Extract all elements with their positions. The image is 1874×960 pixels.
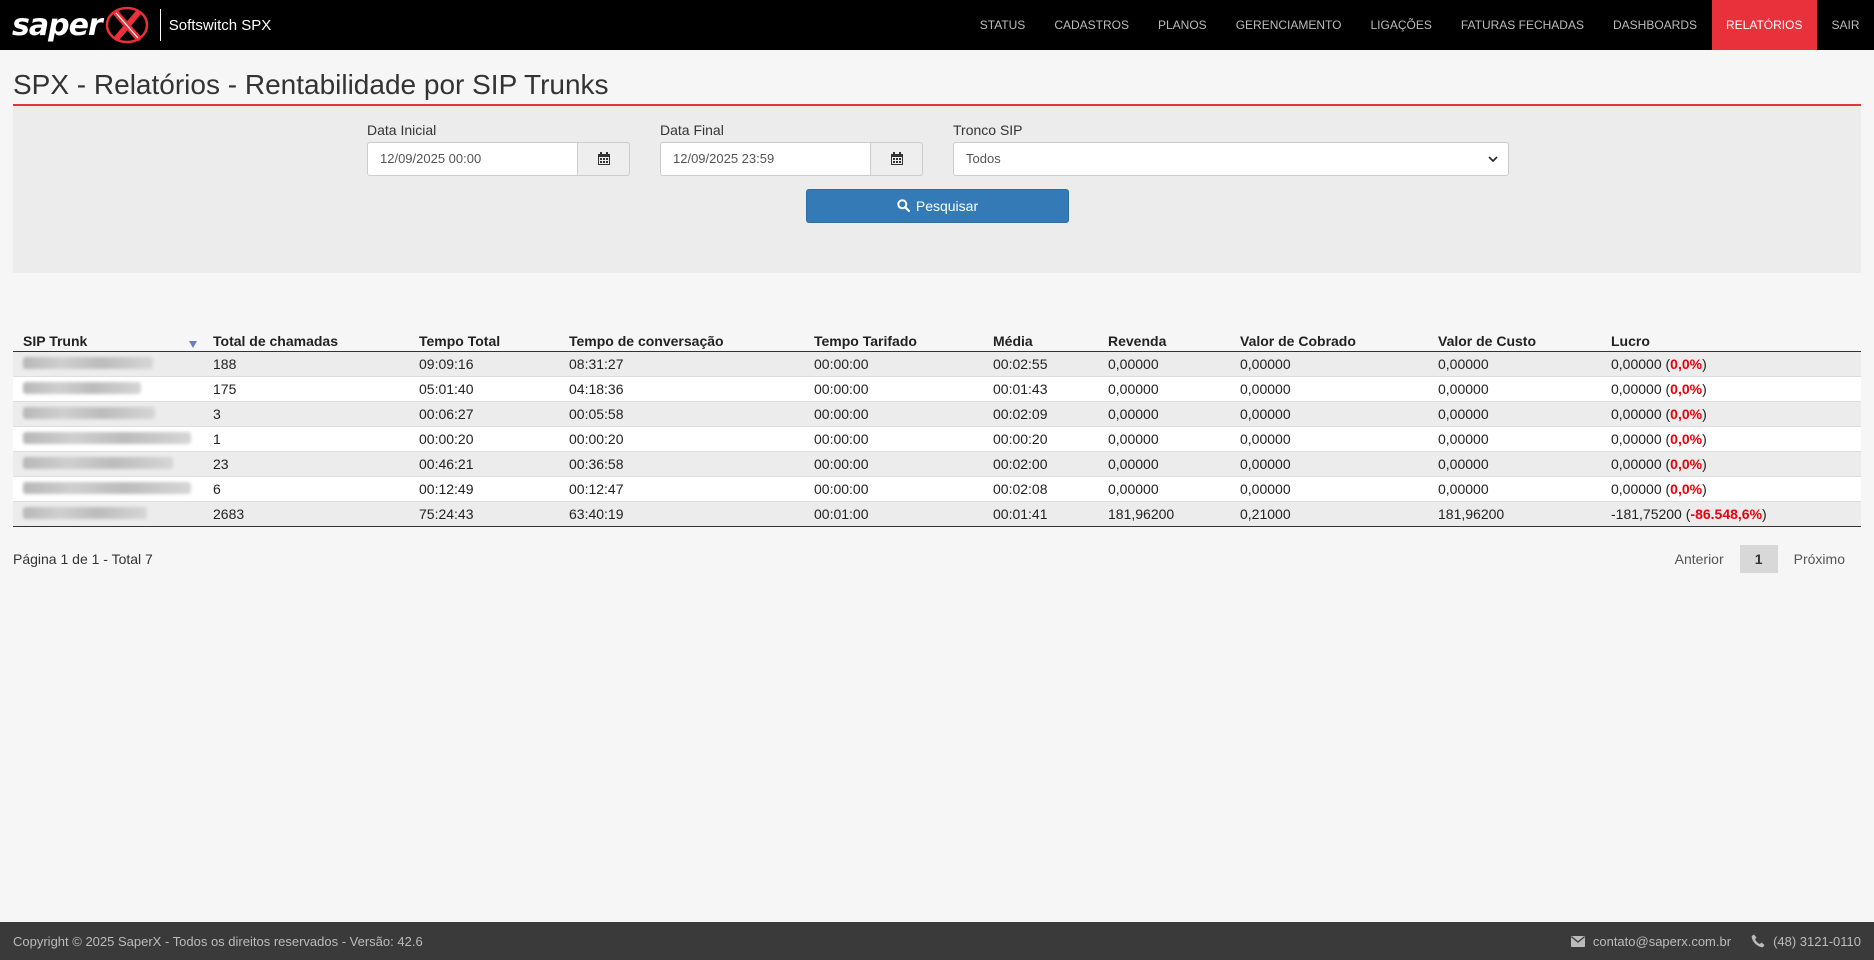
col-tempo-total[interactable]: Tempo Total xyxy=(409,330,559,353)
table-row[interactable]: 6 00:12:49 00:12:47 00:00:00 00:02:08 0,… xyxy=(13,476,1861,503)
lucro-cell: 0,00000 (0,0%) xyxy=(1601,426,1861,453)
col-tempo-conversacao[interactable]: Tempo de conversação xyxy=(559,330,804,353)
phone-icon xyxy=(1751,934,1765,948)
lucro-cell: 0,00000 (0,0%) xyxy=(1601,476,1861,503)
calendar-icon xyxy=(597,151,610,165)
main-nav: STATUS CADASTROS PLANOS GERENCIAMENTO LI… xyxy=(965,0,1874,50)
nav-cadastros[interactable]: CADASTROS xyxy=(1040,0,1144,50)
lucro-cell: 0,00000 (0,0%) xyxy=(1601,351,1861,378)
page-title: SPX - Relatórios - Rentabilidade por SIP… xyxy=(13,68,1861,106)
trunk-name-redacted xyxy=(13,351,203,378)
calendar-icon xyxy=(890,151,903,165)
end-date-label: Data Final xyxy=(660,121,724,138)
pagination-prev[interactable]: Anterior xyxy=(1659,551,1740,567)
start-date-input[interactable]: 12/09/2025 00:00 xyxy=(367,141,578,176)
lucro-percent: 0,0% xyxy=(1670,356,1703,373)
footer-email[interactable]: contato@saperx.com.br xyxy=(1570,934,1731,949)
trunk-name-redacted xyxy=(13,426,203,453)
lucro-percent: 0,0% xyxy=(1670,481,1703,498)
nav-status[interactable]: STATUS xyxy=(965,0,1040,50)
trunk-name-redacted xyxy=(13,476,203,503)
search-icon xyxy=(897,199,910,213)
pagination-info: Página 1 de 1 - Total 7 xyxy=(13,551,153,568)
filter-panel: Data Inicial 12/09/2025 00:00 Data Final… xyxy=(13,105,1861,273)
lucro-percent: 0,0% xyxy=(1670,456,1703,473)
pagination-row: Página 1 de 1 - Total 7 Anterior 1 Próxi… xyxy=(13,539,1861,579)
start-date-field: Data Inicial 12/09/2025 00:00 xyxy=(367,122,630,176)
nav-dashboards[interactable]: DASHBOARDS xyxy=(1598,0,1711,50)
col-sip-trunk[interactable]: SIP Trunk xyxy=(13,330,203,353)
sort-desc-icon xyxy=(189,341,197,349)
nav-gerenciamento[interactable]: GERENCIAMENTO xyxy=(1221,0,1356,50)
saperx-logo[interactable]: saper xyxy=(12,5,150,45)
lucro-cell: 0,00000 (0,0%) xyxy=(1601,376,1861,403)
trunk-name-redacted xyxy=(13,451,203,478)
lucro-percent: 0,0% xyxy=(1670,431,1703,448)
table-row[interactable]: 1 00:00:20 00:00:20 00:00:00 00:00:20 0,… xyxy=(13,426,1861,453)
table-row[interactable]: 3 00:06:27 00:05:58 00:00:00 00:02:09 0,… xyxy=(13,401,1861,428)
logo-x-icon xyxy=(105,6,148,44)
trunk-name-redacted xyxy=(13,401,203,428)
table-row[interactable]: 188 09:09:16 08:31:27 00:00:00 00:02:55 … xyxy=(13,351,1861,378)
trunk-label: Tronco SIP xyxy=(953,121,1023,138)
col-lucro[interactable]: Lucro xyxy=(1601,330,1861,353)
report-table: SIP Trunk Total de chamadas Tempo Total … xyxy=(13,330,1861,528)
brand-separator xyxy=(159,9,161,41)
trunk-select[interactable]: Todos xyxy=(953,141,1509,176)
end-date-field: Data Final 12/09/2025 23:59 xyxy=(660,122,923,176)
col-revenda[interactable]: Revenda xyxy=(1098,330,1230,353)
nav-sair[interactable]: SAIR xyxy=(1817,0,1874,50)
pagination: Anterior 1 Próximo xyxy=(1659,545,1861,574)
product-name: Softswitch SPX xyxy=(168,16,272,34)
brand[interactable]: saper Softswitch SPX xyxy=(0,0,271,50)
lucro-cell: -181,75200 (-86.548,6%) xyxy=(1601,501,1861,528)
top-navbar: saper Softswitch SPX STATUS CADASTROS PL… xyxy=(0,0,1874,50)
nav-relatorios[interactable]: RELATÓRIOS xyxy=(1711,0,1817,50)
end-date-calendar-button[interactable] xyxy=(871,141,923,176)
start-date-label: Data Inicial xyxy=(367,121,437,138)
pagination-page-1[interactable]: 1 xyxy=(1739,545,1778,574)
table-row[interactable]: 2683 75:24:43 63:40:19 00:01:00 00:01:41… xyxy=(13,501,1861,528)
col-tempo-tarifado[interactable]: Tempo Tarifado xyxy=(804,330,983,353)
table-row[interactable]: 175 05:01:40 04:18:36 00:00:00 00:01:43 … xyxy=(13,376,1861,403)
lucro-percent: 0,0% xyxy=(1670,406,1703,423)
table-row[interactable]: 23 00:46:21 00:36:58 00:00:00 00:02:00 0… xyxy=(13,451,1861,478)
start-date-calendar-button[interactable] xyxy=(578,141,630,176)
end-date-input[interactable]: 12/09/2025 23:59 xyxy=(660,141,871,176)
col-valor-cobrado[interactable]: Valor de Cobrado xyxy=(1230,330,1428,353)
nav-faturas-fechadas[interactable]: FATURAS FECHADAS xyxy=(1446,0,1598,50)
lucro-cell: 0,00000 (0,0%) xyxy=(1601,451,1861,478)
footer-phone[interactable]: (48) 3121-0110 xyxy=(1751,934,1861,949)
search-button-label: Pesquisar xyxy=(915,197,979,214)
logo-text: saper xyxy=(12,7,103,43)
pagination-next[interactable]: Próximo xyxy=(1778,551,1861,567)
lucro-percent: 0,0% xyxy=(1670,381,1703,398)
trunk-name-redacted xyxy=(13,501,203,528)
nav-ligacoes[interactable]: LIGAÇÕES xyxy=(1356,0,1446,50)
col-valor-custo[interactable]: Valor de Custo xyxy=(1428,330,1601,353)
trunk-name-redacted xyxy=(13,376,203,403)
envelope-icon xyxy=(1570,935,1585,947)
report-table-wrap: SIP Trunk Total de chamadas Tempo Total … xyxy=(13,330,1861,528)
col-total-chamadas[interactable]: Total de chamadas xyxy=(203,330,409,353)
nav-planos[interactable]: PLANOS xyxy=(1144,0,1222,50)
lucro-percent: -86.548,6% xyxy=(1690,506,1763,523)
trunk-select-value: Todos xyxy=(966,151,1001,167)
lucro-cell: 0,00000 (0,0%) xyxy=(1601,401,1861,428)
footer: Copyright © 2025 SaperX - Todos os direi… xyxy=(0,922,1874,960)
col-media[interactable]: Média xyxy=(983,330,1098,353)
footer-copyright: Copyright © 2025 SaperX - Todos os direi… xyxy=(13,933,423,949)
chevron-down-icon xyxy=(1488,156,1498,162)
table-header-row: SIP Trunk Total de chamadas Tempo Total … xyxy=(13,330,1861,353)
search-button[interactable]: Pesquisar xyxy=(806,188,1069,223)
trunk-field: Tronco SIP Todos xyxy=(953,122,1509,176)
